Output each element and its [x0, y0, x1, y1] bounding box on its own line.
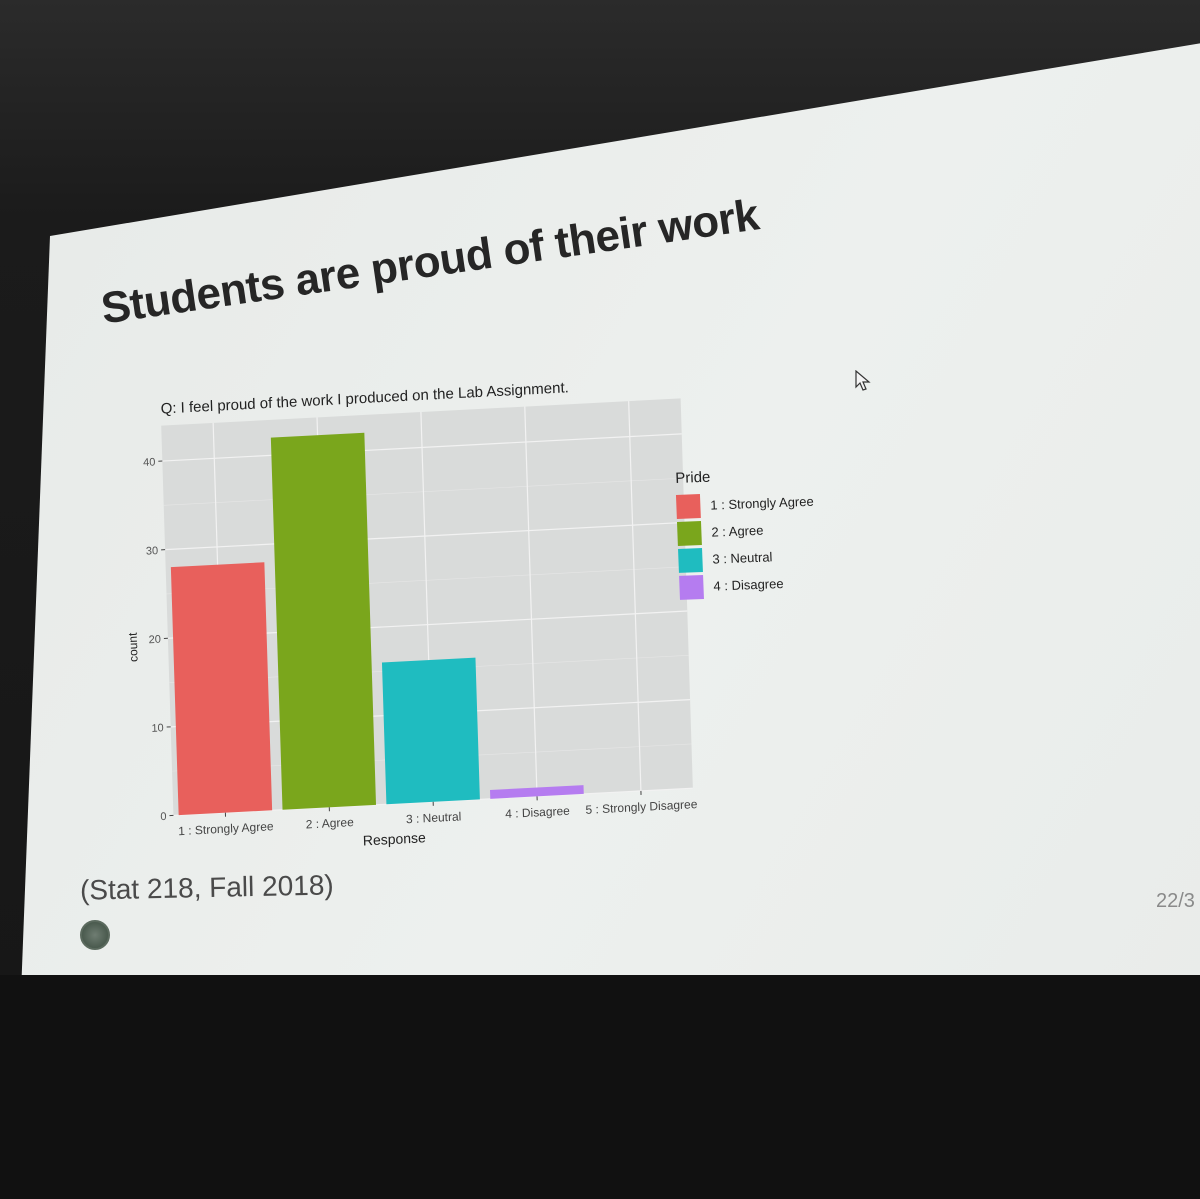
bar-3 — [381, 657, 480, 805]
legend-swatch — [679, 574, 704, 600]
x-tick-label: 4 : Disagree — [505, 804, 570, 821]
legend-label: 4 : Disagree — [713, 575, 784, 594]
x-tick-label: 5 : Strongly Disagree — [585, 797, 698, 817]
citation: (Stat 218, Fall 2018) — [79, 869, 334, 906]
legend-label: 3 : Neutral — [712, 549, 773, 567]
y-tick-label: 0 — [160, 811, 166, 823]
legend-label: 1 : Strongly Agree — [710, 493, 814, 513]
projection-room: Students are proud of their work Q: I fe… — [0, 0, 1200, 1199]
legend-swatch — [676, 520, 702, 546]
x-tick-label: 2 : Agree — [306, 815, 355, 832]
y-axis-label: count — [126, 632, 141, 663]
x-axis-label: Response — [363, 829, 427, 848]
y-tick-label: 20 — [149, 634, 162, 647]
chart-svg: Q: I feel proud of the work I produced o… — [126, 379, 698, 848]
x-tick-label: 1 : Strongly Agree — [178, 819, 274, 838]
dark-floor — [0, 975, 1200, 1199]
y-tick-label: 10 — [151, 722, 164, 735]
legend-label: 2 : Agree — [711, 522, 764, 540]
projector-screen: Students are proud of their work Q: I fe… — [20, 40, 1200, 1020]
university-seal-icon — [80, 920, 110, 950]
bar-1 — [170, 562, 273, 816]
y-tick-label: 30 — [146, 545, 159, 558]
x-tick-label: 3 : Neutral — [406, 809, 462, 826]
legend-item: 4 : Disagree — [679, 569, 817, 601]
legend-swatch — [675, 493, 701, 519]
chart-legend: Pride 1 : Strongly Agree 2 : Agree 3 : Neu… — [675, 465, 817, 601]
bar-2 — [270, 432, 377, 810]
mouse-cursor-icon — [855, 370, 871, 391]
page-number: 22/3 — [1156, 890, 1195, 912]
y-tick-label: 40 — [143, 456, 156, 469]
slide-title: Students are proud of their work — [98, 190, 762, 334]
bar-chart: Q: I feel proud of the work I produced o… — [115, 351, 831, 907]
legend-swatch — [678, 547, 703, 573]
